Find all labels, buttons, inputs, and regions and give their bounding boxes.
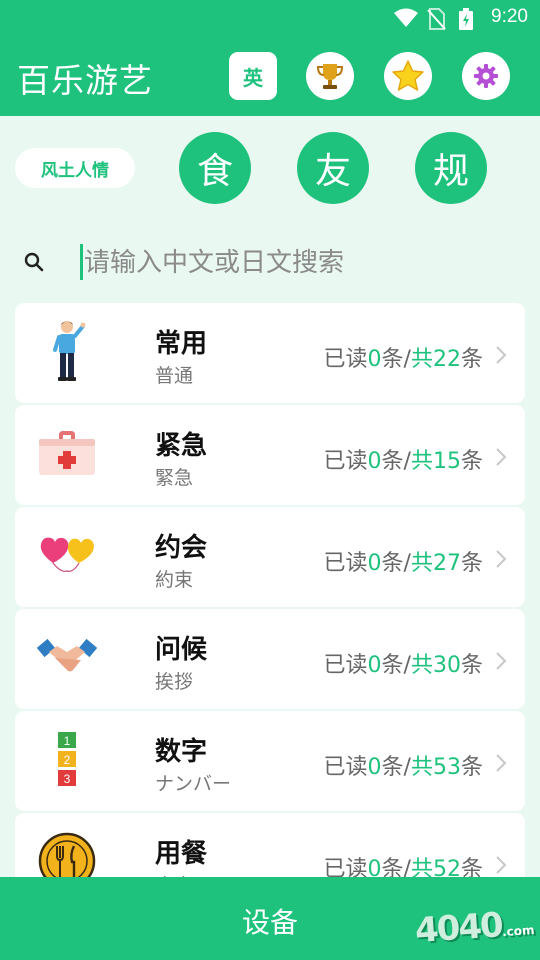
numbers-icon: 1 2 3 (35, 727, 99, 791)
svg-text:2: 2 (64, 753, 71, 767)
status-bar: 9:20 (0, 0, 540, 36)
heart-balloons-icon (35, 523, 99, 587)
list-item-greeting[interactable]: 问候 挨拶 已读0条/共30条 (15, 609, 525, 709)
chevron-right-icon (496, 754, 507, 772)
star-icon (392, 60, 424, 91)
chevron-right-icon (496, 652, 507, 670)
chevron-right-icon (496, 550, 507, 568)
person-icon (35, 319, 99, 383)
clock: 9:20 (491, 6, 528, 27)
language-toggle-button[interactable]: 英 (229, 52, 277, 100)
search-icon (24, 252, 44, 272)
svg-text:3: 3 (64, 772, 71, 786)
list-item-appointment[interactable]: 约会 約束 已读0条/共27条 (15, 507, 525, 607)
wifi-icon (394, 8, 418, 27)
progress-text: 已读0条/共22条 (323, 347, 483, 372)
food-category-button[interactable]: 食 (179, 132, 251, 204)
rules-category-button[interactable]: 规 (415, 132, 487, 204)
lesson-title: 数字 (155, 737, 208, 767)
lesson-title: 紧急 (155, 431, 208, 461)
favorites-button[interactable] (384, 52, 432, 100)
lesson-title: 用餐 (155, 839, 208, 869)
trophy-icon (316, 64, 344, 89)
battery-icon (459, 8, 473, 30)
progress-text: 已读0条/共30条 (323, 653, 483, 678)
lesson-list: 常用 普通 已读0条/共22条 紧急 緊急 已读0条/共15条 约会 約束 已读… (15, 303, 525, 915)
watermark-logo: 4040.com (413, 905, 535, 952)
settings-button[interactable] (462, 52, 510, 100)
list-item-common[interactable]: 常用 普通 已读0条/共22条 (15, 303, 525, 403)
progress-text: 已读0条/共27条 (323, 551, 483, 576)
progress-text: 已读0条/共15条 (323, 449, 483, 474)
trophy-button[interactable] (306, 52, 354, 100)
first-aid-kit-icon (35, 421, 99, 485)
search-bar (0, 230, 540, 294)
list-item-emergency[interactable]: 紧急 緊急 已读0条/共15条 (15, 405, 525, 505)
lesson-title: 常用 (155, 329, 208, 359)
customs-tab[interactable]: 风土人情 (15, 148, 135, 188)
app-title: 百乐游艺 (17, 61, 153, 100)
friend-category-button[interactable]: 友 (297, 132, 369, 204)
bottom-bar: 设备 4040.com (0, 877, 540, 960)
chevron-right-icon (496, 346, 507, 364)
list-item-numbers[interactable]: 1 2 3 数字 ナンバー 已读0条/共53条 (15, 711, 525, 811)
progress-text: 已读0条/共53条 (323, 755, 483, 780)
lesson-subtitle: 約束 (155, 569, 194, 591)
svg-text:1: 1 (64, 734, 71, 748)
lesson-subtitle: 挨拶 (155, 671, 194, 693)
lesson-title: 约会 (155, 533, 208, 563)
lesson-subtitle: 普通 (155, 365, 194, 387)
category-row: 风土人情 食 友 规 (0, 116, 540, 226)
gear-icon (474, 64, 498, 88)
lesson-subtitle: 緊急 (155, 467, 194, 489)
lesson-title: 问候 (155, 635, 208, 665)
handshake-icon (35, 625, 99, 689)
search-input[interactable] (82, 240, 506, 286)
no-sim-icon (427, 8, 446, 30)
lesson-subtitle: ナンバー (155, 773, 232, 795)
chevron-right-icon (496, 448, 507, 466)
chevron-right-icon (496, 856, 507, 874)
app-bar: 百乐游艺 英 (0, 36, 540, 116)
